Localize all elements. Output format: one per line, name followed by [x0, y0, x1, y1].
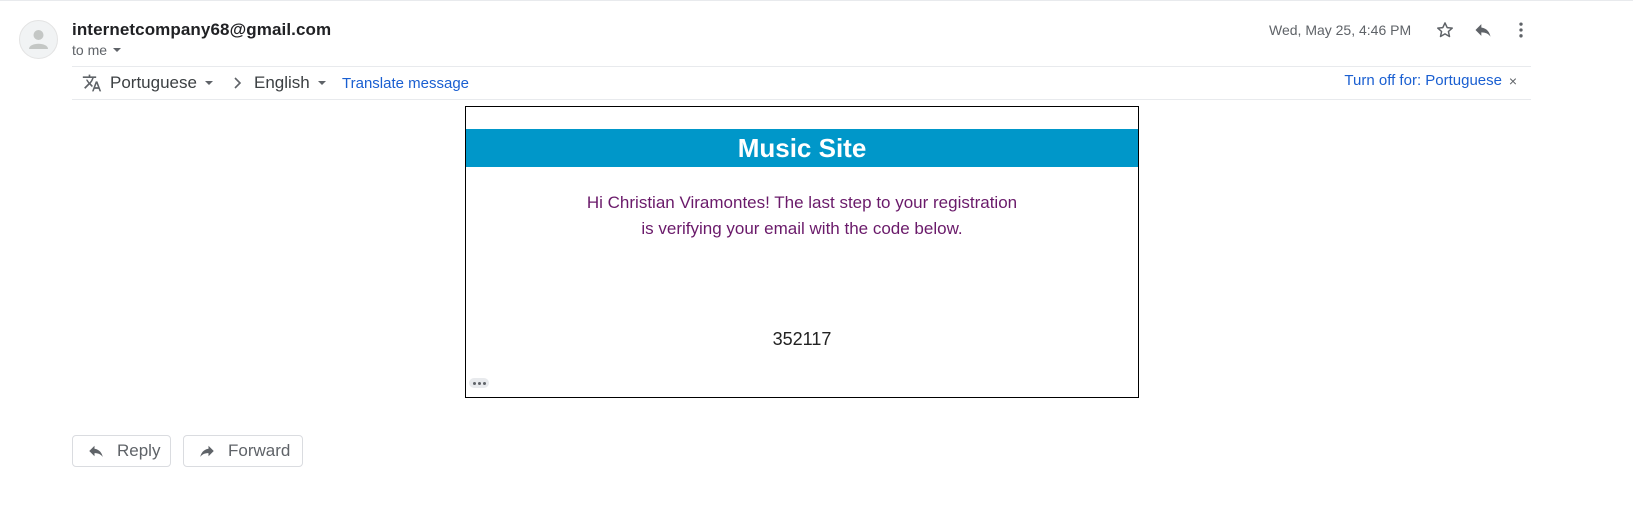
translate-message-link[interactable]: Translate message — [342, 75, 469, 92]
source-language-label: Portuguese — [110, 73, 197, 92]
chevron-down-icon — [113, 48, 122, 52]
forward-icon — [200, 445, 214, 457]
recipient-label: to me — [72, 42, 108, 58]
reply-button-label: Reply — [117, 441, 161, 460]
forward-button[interactable]: Forward — [183, 435, 303, 467]
turn-off-translation-link[interactable]: Turn off for: Portuguese — [1344, 72, 1502, 89]
chevron-down-icon — [204, 81, 213, 85]
star-button[interactable] — [1432, 17, 1458, 43]
reply-icon — [1475, 24, 1491, 37]
target-language-label: English — [254, 73, 310, 92]
message-line-1: Hi Christian Viramontes! The last step t… — [586, 193, 1018, 212]
message-line-2: is verifying your email with the code be… — [641, 219, 963, 238]
ellipsis-dot — [482, 381, 486, 385]
translate-bar: Portuguese English Translate message Tur… — [72, 66, 1531, 100]
sender-email[interactable]: internetcompany68@gmail.com — [72, 20, 331, 40]
top-divider — [0, 0, 1633, 1]
email-view: internetcompany68@gmail.com to me Wed, M… — [0, 0, 1633, 505]
verification-code: 352117 — [772, 329, 832, 349]
email-message: Hi Christian Viramontes! The last step t… — [466, 190, 1138, 242]
chevron-down-icon — [317, 81, 326, 85]
reply-header-button[interactable] — [1470, 17, 1496, 43]
message-date: Wed, May 25, 4:46 PM — [1269, 22, 1412, 38]
email-banner-title: Music Site — [466, 129, 1138, 167]
target-language-select[interactable]: English — [254, 73, 326, 93]
close-icon[interactable]: × — [1509, 73, 1517, 89]
sender-avatar[interactable] — [19, 20, 58, 59]
ellipsis-dot — [472, 381, 476, 385]
person-icon — [29, 30, 48, 49]
chevron-right-icon — [234, 77, 242, 89]
star-icon — [1437, 22, 1453, 38]
ellipsis-dot — [477, 381, 481, 385]
more-options-button[interactable] — [1508, 17, 1534, 43]
more-vert-icon — [1519, 22, 1523, 38]
email-content-frame: Music Site Hi Christian Viramontes! The … — [465, 106, 1139, 398]
translate-icon — [82, 74, 102, 92]
recipient-dropdown[interactable]: to me — [72, 42, 122, 58]
show-trimmed-content-button[interactable] — [469, 378, 489, 388]
reply-icon — [89, 445, 103, 457]
reply-button[interactable]: Reply — [72, 435, 171, 467]
forward-button-label: Forward — [228, 441, 291, 460]
source-language-select[interactable]: Portuguese — [110, 73, 213, 93]
